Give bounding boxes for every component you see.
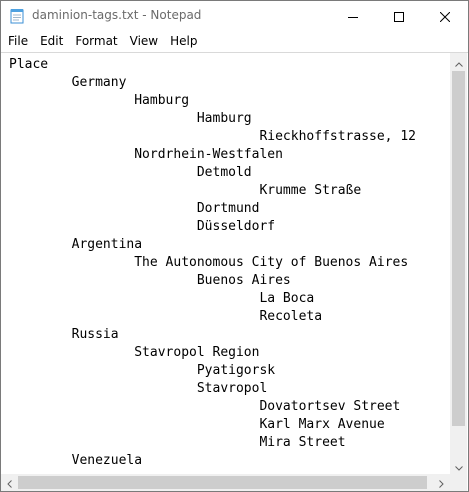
window-title: daminion-tags.txt - Notepad [32,8,202,22]
menu-format[interactable]: Format [69,31,123,51]
menu-bar: File Edit Format View Help [1,31,468,51]
menu-file[interactable]: File [1,31,34,51]
menu-view[interactable]: View [124,31,164,51]
close-button[interactable] [422,1,468,31]
scroll-right-button[interactable] [433,474,450,491]
menu-edit[interactable]: Edit [34,31,69,51]
scroll-left-button[interactable] [1,474,18,491]
chevron-left-icon [7,473,12,491]
vertical-scrollbar[interactable] [450,53,467,474]
notepad-window: daminion-tags.txt - Notepad File Edit Fo… [0,0,469,492]
menu-help[interactable]: Help [164,31,203,51]
chevron-up-icon [454,52,463,71]
chevron-right-icon [439,473,444,491]
minimize-icon [348,7,358,26]
scroll-down-button[interactable] [450,457,467,474]
editor-area: Place Germany Hamburg Hamburg Rieckhoffs… [1,52,468,491]
document-text[interactable]: Place Germany Hamburg Hamburg Rieckhoffs… [1,53,450,470]
scroll-up-button[interactable] [450,53,467,70]
maximize-button[interactable] [376,1,422,31]
scrollbar-corner [450,474,467,491]
close-icon [439,7,451,26]
horizontal-scroll-thumb[interactable] [18,476,427,489]
title-bar[interactable]: daminion-tags.txt - Notepad [1,1,468,31]
vertical-scroll-thumb[interactable] [452,71,465,426]
minimize-button[interactable] [330,1,376,31]
chevron-down-icon [454,456,463,475]
text-editor[interactable]: Place Germany Hamburg Hamburg Rieckhoffs… [1,53,450,474]
notepad-icon[interactable] [10,8,24,24]
maximize-icon [394,7,404,26]
horizontal-scrollbar[interactable] [1,474,450,491]
